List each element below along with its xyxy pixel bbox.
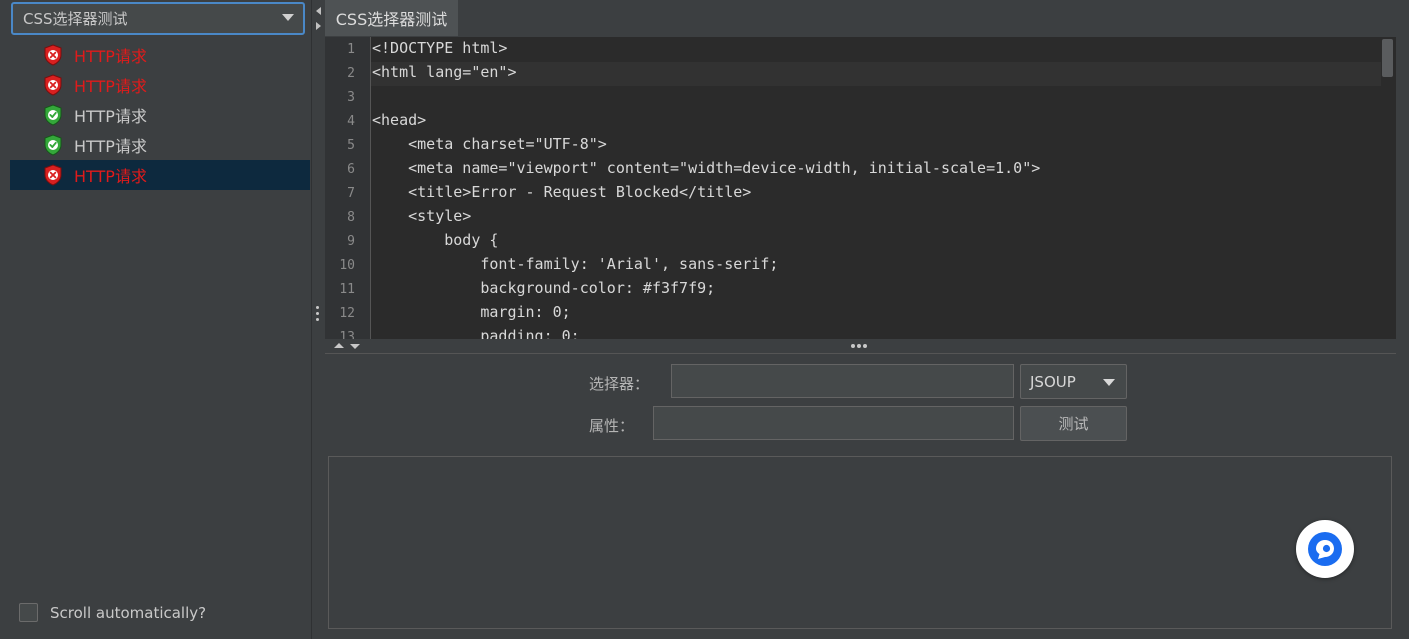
- collapse-up-icon[interactable]: [334, 343, 344, 348]
- code-line: padding: 0;: [372, 327, 580, 339]
- code-line: <html lang="en">: [372, 63, 517, 81]
- selector-result-area[interactable]: [328, 456, 1392, 629]
- drag-handle-icon[interactable]: [851, 344, 867, 348]
- horizontal-splitter[interactable]: [325, 339, 1396, 354]
- selector-label: 选择器：: [589, 375, 650, 393]
- code-line: <meta charset="UTF-8">: [372, 135, 607, 153]
- shield-error-icon: [43, 74, 63, 96]
- shield-error-icon: [43, 164, 63, 186]
- line-number: 3: [347, 90, 355, 105]
- floating-assistant-button[interactable]: [1296, 520, 1354, 578]
- line-number: 11: [339, 282, 355, 297]
- selector-engine-dropdown[interactable]: JSOUP: [1020, 364, 1127, 399]
- selector-engine-value: JSOUP: [1030, 372, 1076, 391]
- scroll-automatically-checkbox[interactable]: [19, 603, 38, 622]
- drag-handle-icon[interactable]: [316, 306, 320, 324]
- line-number: 12: [339, 306, 355, 321]
- code-line: body {: [372, 231, 499, 249]
- result-item-3[interactable]: HTTP请求: [10, 100, 310, 130]
- shield-check-icon: [43, 134, 63, 156]
- line-number: 7: [347, 186, 355, 201]
- line-number: 6: [347, 162, 355, 177]
- code-line: <head>: [372, 111, 427, 129]
- result-item-1[interactable]: HTTP请求: [10, 40, 310, 70]
- line-number: 10: [339, 258, 355, 273]
- view-selector-dropdown[interactable]: CSS选择器测试: [11, 2, 305, 35]
- result-item-label: HTTP请求: [74, 107, 147, 126]
- code-line: background-color: #f3f7f9;: [372, 279, 716, 297]
- code-line: margin: 0;: [372, 303, 571, 321]
- line-number: 8: [347, 210, 355, 225]
- line-number: 4: [347, 114, 355, 129]
- line-number: 9: [347, 234, 355, 249]
- vertical-splitter[interactable]: [311, 0, 325, 639]
- result-item-label: HTTP请求: [74, 77, 147, 96]
- response-code-editor[interactable]: 1 2 3 4 5 6 7 8 9 10 11 12 13 <!DOCTYPE …: [325, 37, 1396, 339]
- collapse-left-icon[interactable]: [316, 7, 321, 15]
- line-number: 13: [339, 330, 355, 339]
- assistant-chat-icon: [1308, 532, 1342, 566]
- results-tree-panel: CSS选择器测试 HTTP请求 HTTP请求 HTTP请求 HTTP请求 HTT…: [0, 0, 311, 639]
- result-item-4[interactable]: HTTP请求: [10, 130, 310, 160]
- test-button-label: 测试: [1058, 415, 1089, 433]
- code-line: font-family: 'Arial', sans-serif;: [372, 255, 779, 273]
- tab-css-selector-tester[interactable]: CSS选择器测试: [325, 0, 458, 36]
- result-item-label: HTTP请求: [74, 167, 147, 186]
- scroll-automatically-toggle[interactable]: Scroll automatically?: [19, 603, 206, 622]
- attribute-input[interactable]: [653, 406, 1014, 440]
- line-number: 5: [347, 138, 355, 153]
- editor-scrollbar[interactable]: [1382, 39, 1393, 77]
- result-item-label: HTTP请求: [74, 137, 147, 156]
- code-line: <style>: [372, 207, 472, 225]
- code-line: <!DOCTYPE html>: [372, 39, 508, 57]
- chevron-down-icon[interactable]: [282, 14, 294, 21]
- shield-check-icon: [43, 104, 63, 126]
- shield-error-icon: [43, 44, 63, 66]
- results-tree: HTTP请求 HTTP请求 HTTP请求 HTTP请求 HTTP请求: [10, 40, 310, 190]
- line-number: 1: [347, 42, 355, 57]
- result-item-5[interactable]: HTTP请求: [10, 160, 310, 190]
- chevron-down-icon[interactable]: [1103, 379, 1115, 386]
- current-line-highlight: [371, 62, 1381, 86]
- selector-input[interactable]: [671, 364, 1014, 398]
- view-selector-value: CSS选择器测试: [23, 10, 128, 28]
- result-item-label: HTTP请求: [74, 47, 147, 66]
- line-number: 2: [347, 66, 355, 81]
- code-line: <title>Error - Request Blocked</title>: [372, 183, 752, 201]
- test-button[interactable]: 测试: [1020, 406, 1127, 441]
- scroll-automatically-label: Scroll automatically?: [50, 603, 207, 622]
- expand-right-icon[interactable]: [316, 22, 321, 30]
- attribute-label: 属性：: [589, 417, 635, 435]
- tab-label: CSS选择器测试: [335, 10, 448, 29]
- line-number-gutter: 1 2 3 4 5 6 7 8 9 10 11 12 13: [325, 37, 371, 339]
- expand-down-icon[interactable]: [350, 344, 360, 349]
- code-line: <meta name="viewport" content="width=dev…: [372, 159, 1041, 177]
- result-item-2[interactable]: HTTP请求: [10, 70, 310, 100]
